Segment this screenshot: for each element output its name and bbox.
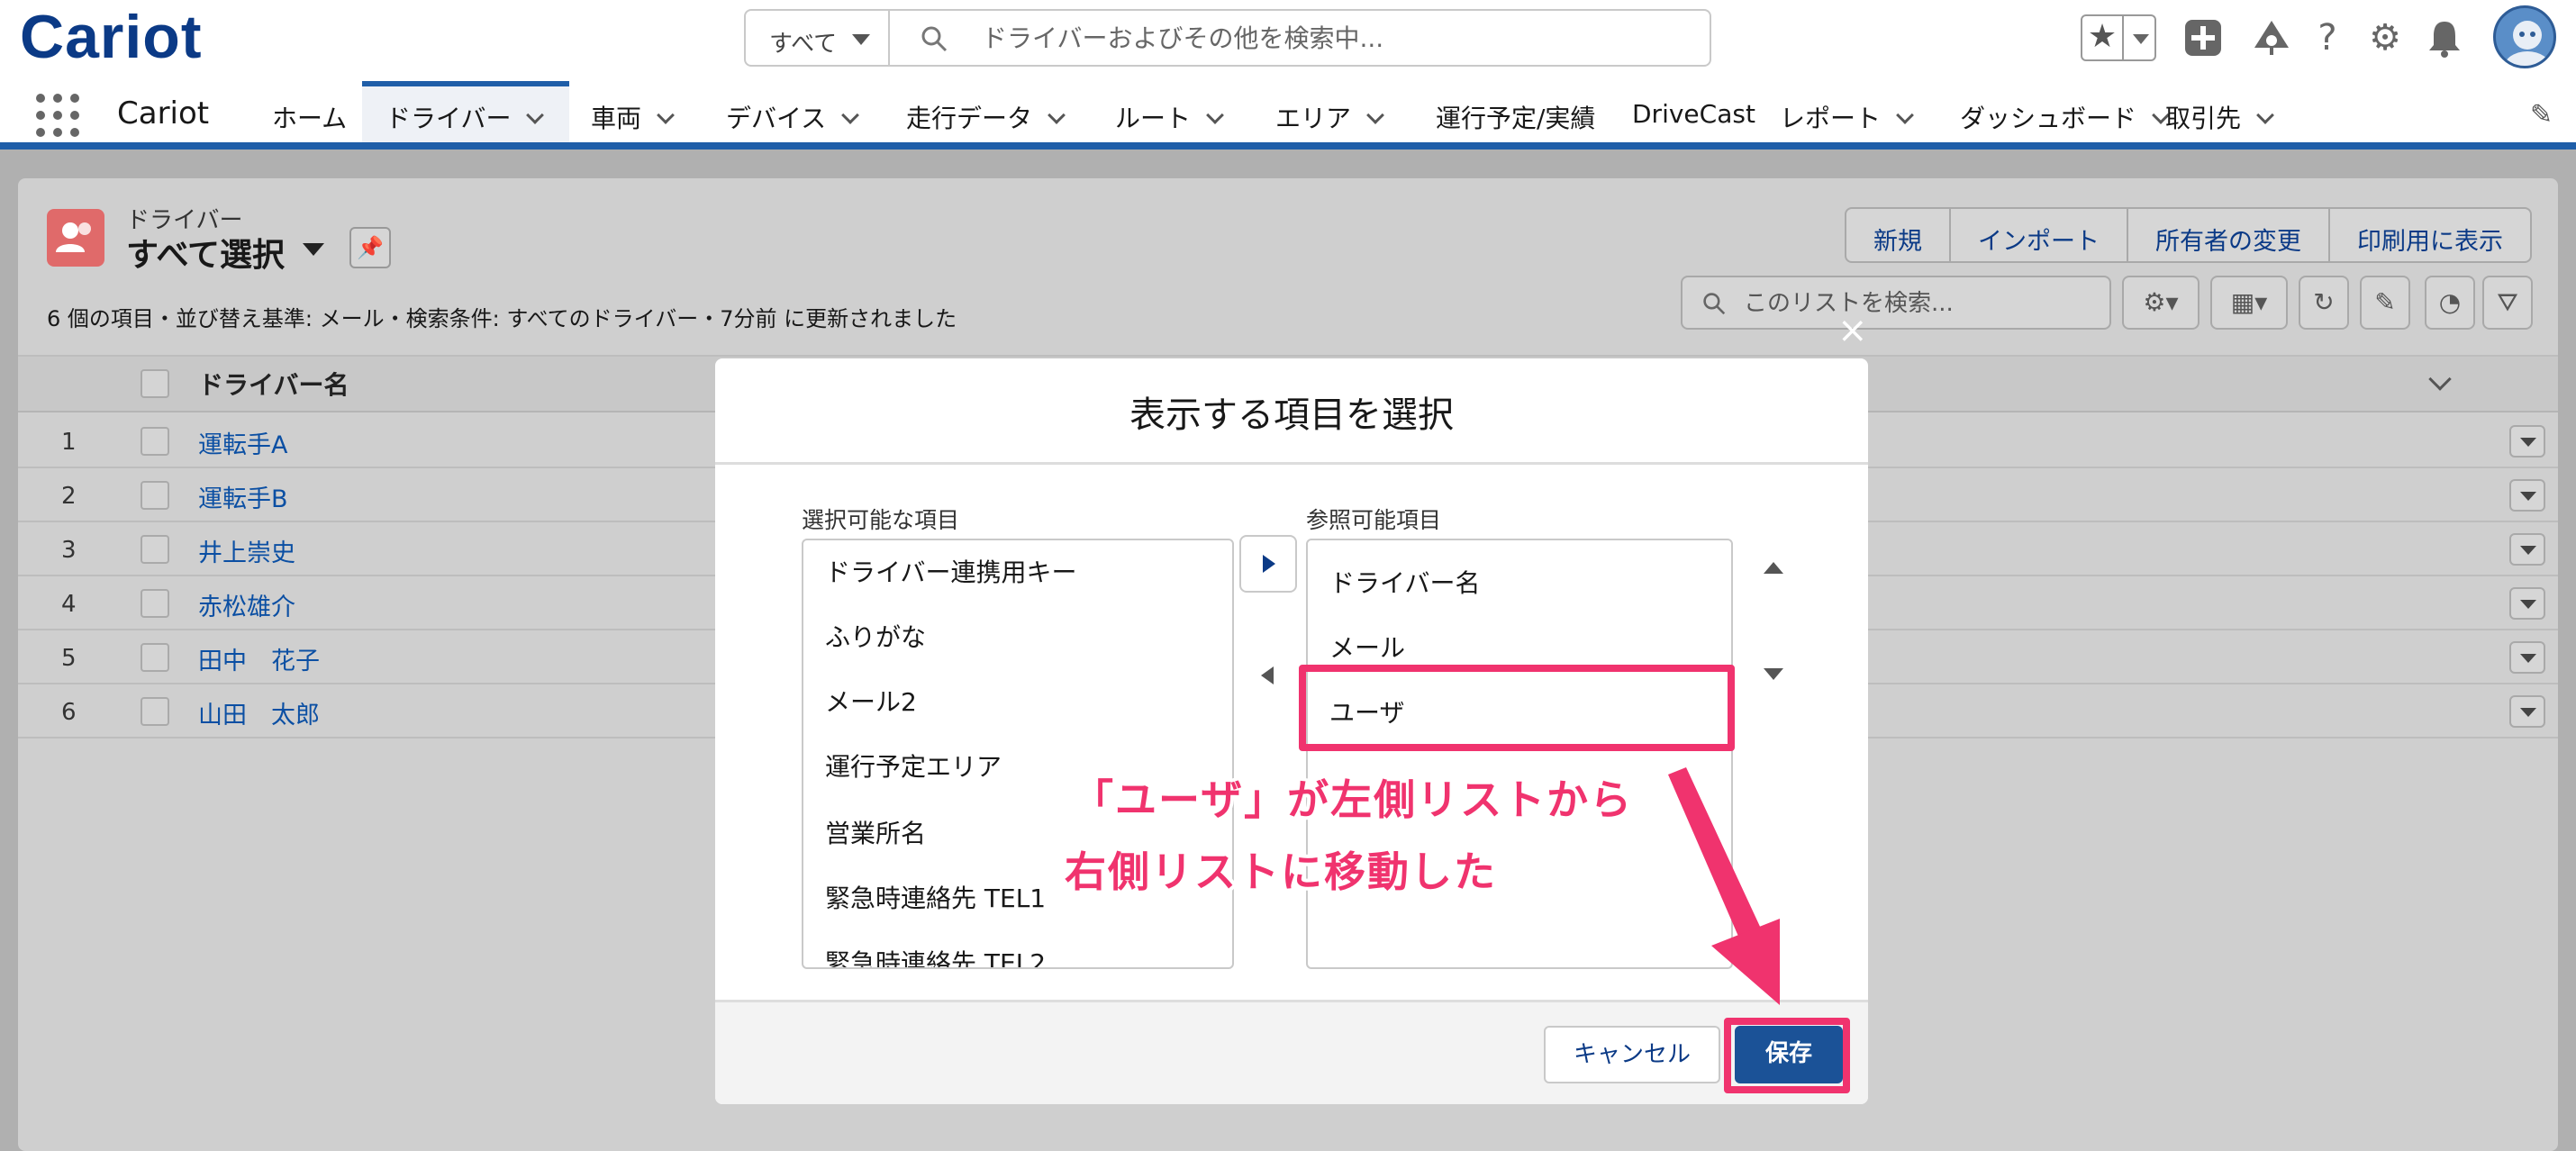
annotation-arrow-icon [1668, 767, 1780, 1005]
